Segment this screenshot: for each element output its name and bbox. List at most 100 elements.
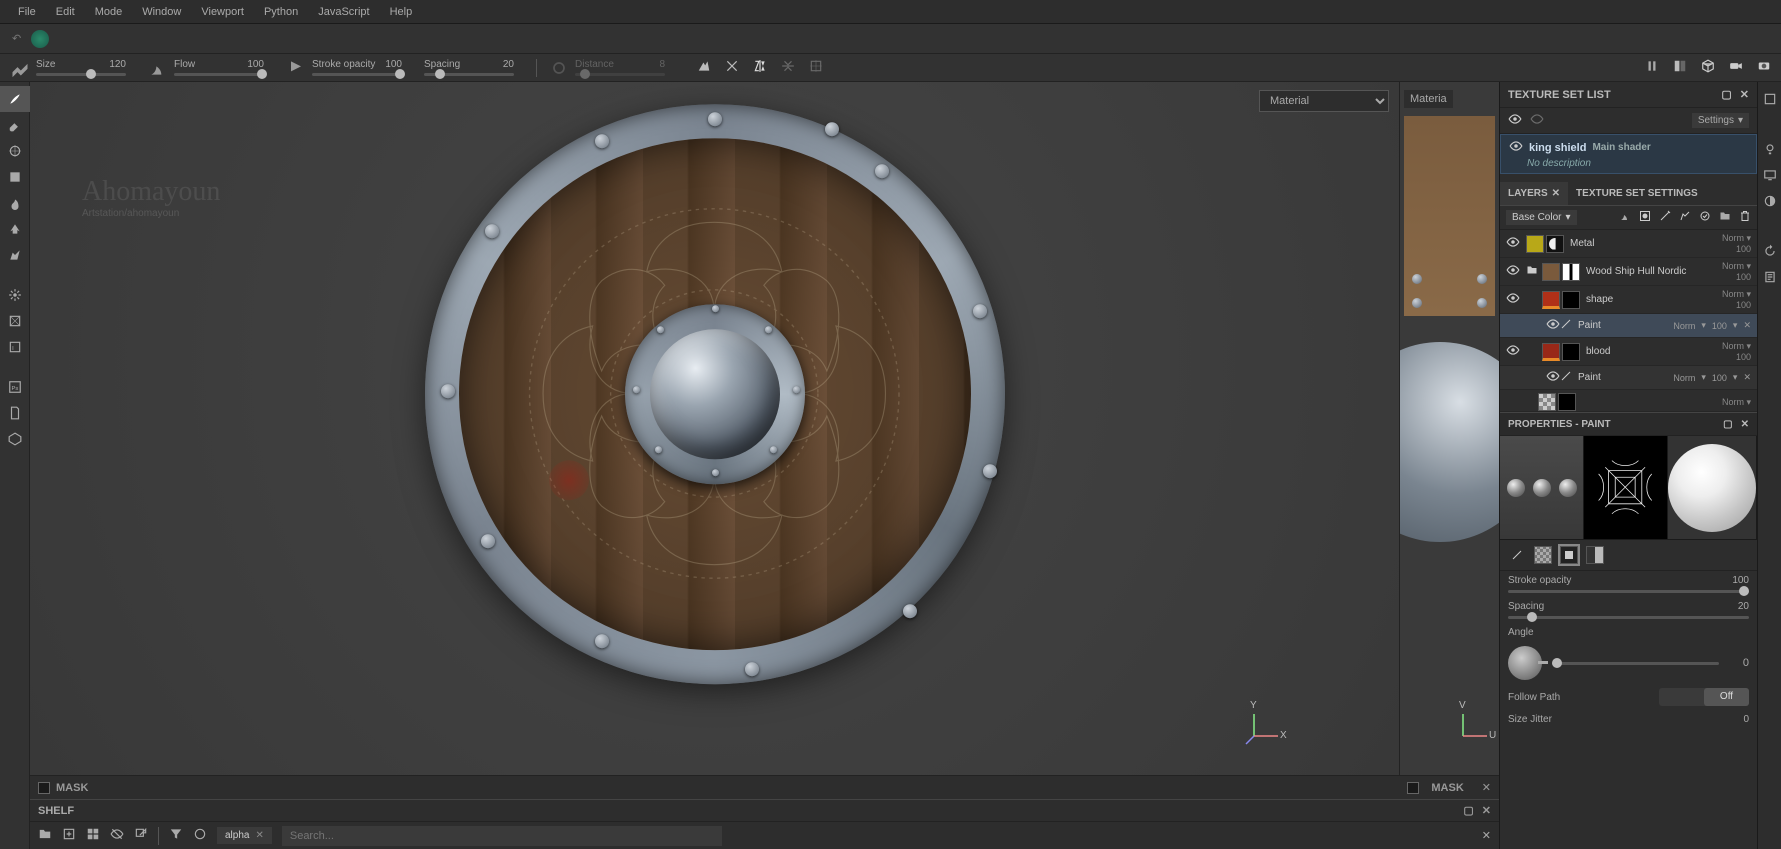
flow-slider[interactable]: Flow100 <box>174 59 264 76</box>
viewport-3d[interactable]: Material Ahomayoun Artstation/ahomayoun <box>30 82 1399 775</box>
shelf-filter-icon[interactable] <box>169 827 183 844</box>
stroke-opacity-slider[interactable]: Stroke opacity100 <box>312 59 402 76</box>
menu-mode[interactable]: Mode <box>85 6 133 18</box>
add-fill-icon[interactable] <box>1659 210 1671 225</box>
layer-visibility-icon[interactable] <box>1506 291 1522 308</box>
properties-close-icon[interactable]: ✕ <box>1741 419 1749 430</box>
menu-viewport[interactable]: Viewport <box>191 6 254 18</box>
panel-undock-icon[interactable]: ▢ <box>1721 88 1731 101</box>
straight-line-icon[interactable] <box>725 59 739 76</box>
viewport-2d[interactable]: Materia V U <box>1399 82 1499 775</box>
shelf-undock-icon[interactable]: ▢ <box>1463 804 1473 817</box>
channel-stencil-icon[interactable] <box>1560 546 1578 564</box>
panel-close-icon[interactable]: ✕ <box>1740 88 1749 101</box>
sublayer-remove-icon[interactable]: ✕ <box>1743 372 1751 383</box>
camera-icon[interactable] <box>1729 59 1743 76</box>
prop-spacing[interactable]: Spacing20 <box>1500 597 1757 623</box>
resources-tool-icon[interactable] <box>0 400 30 426</box>
menu-python[interactable]: Python <box>254 6 308 18</box>
layer-blood[interactable]: blood Norm ▾100 <box>1500 338 1757 366</box>
side-log-icon[interactable] <box>1758 264 1781 290</box>
alpha-preview[interactable] <box>1584 436 1668 539</box>
layer-visibility-icon[interactable] <box>1546 369 1560 386</box>
layer-visibility-icon[interactable] <box>1506 343 1522 360</box>
add-folder-icon[interactable] <box>1719 210 1731 225</box>
material-dropdown[interactable]: Material <box>1259 90 1389 112</box>
perspective-icon[interactable] <box>1701 59 1715 76</box>
prop-stroke-opacity[interactable]: Stroke opacity100 <box>1500 571 1757 597</box>
sublayer-remove-icon[interactable]: ✕ <box>1743 320 1751 331</box>
eraser-tool[interactable] <box>0 112 30 138</box>
layer-checker[interactable]: Norm ▾ <box>1500 390 1757 412</box>
channel-brush-icon[interactable] <box>1508 546 1526 564</box>
quick-mask-tool-icon[interactable] <box>0 308 30 334</box>
shelf-folder-icon[interactable] <box>38 827 52 844</box>
symmetry-x-icon[interactable] <box>753 59 767 76</box>
clone-tool[interactable] <box>0 216 30 242</box>
texture-set-item[interactable]: king shield Main shader No description <box>1500 134 1757 174</box>
tab-layers[interactable]: LAYERS✕ <box>1500 182 1568 205</box>
side-history-icon[interactable] <box>1758 238 1781 264</box>
layer-metal[interactable]: Metal Norm ▾100 <box>1500 230 1757 258</box>
prop-follow-path[interactable]: Follow Path Off <box>1500 684 1757 710</box>
ts-visibility-one-icon[interactable] <box>1530 112 1544 129</box>
add-paint-icon[interactable] <box>1679 210 1691 225</box>
add-smart-icon[interactable] <box>1699 210 1711 225</box>
tab-layers-close-icon[interactable]: ✕ <box>1552 188 1560 199</box>
flow-icon[interactable] <box>148 58 168 78</box>
shelf-import-icon[interactable] <box>62 827 76 844</box>
shelf-circle-icon[interactable] <box>193 827 207 844</box>
mask-checkbox-right[interactable] <box>1407 782 1419 794</box>
stroke-opacity-icon[interactable] <box>286 58 306 78</box>
shelf-export-icon[interactable] <box>134 827 148 844</box>
side-texture-icon[interactable] <box>1758 86 1781 112</box>
channel-material-icon[interactable] <box>1586 546 1604 564</box>
side-light-icon[interactable] <box>1758 136 1781 162</box>
properties-undock-icon[interactable]: ▢ <box>1723 419 1732 430</box>
prop-size-jitter[interactable]: Size Jitter0 <box>1500 710 1757 729</box>
menu-help[interactable]: Help <box>380 6 423 18</box>
material-picker-tool[interactable] <box>0 242 30 268</box>
symmetry-y-icon[interactable] <box>781 59 795 76</box>
mask-close-icon[interactable]: ✕ <box>1482 781 1491 794</box>
smudge-tool[interactable] <box>0 190 30 216</box>
delete-layer-icon[interactable] <box>1739 210 1751 225</box>
undo-icon[interactable]: ↶ <box>12 32 21 45</box>
layer-visibility-icon[interactable] <box>1546 317 1560 334</box>
layer-visibility-icon[interactable] <box>1506 263 1522 280</box>
symmetry-config-icon[interactable] <box>809 59 823 76</box>
layer-wood[interactable]: Wood Ship Hull Nordic Norm ▾100 <box>1500 258 1757 286</box>
sublayer-blood-paint[interactable]: Paint Norm ▾ 100 ▾ ✕ <box>1500 366 1757 390</box>
add-mask-icon[interactable] <box>1639 210 1651 225</box>
channel-combo[interactable]: Base Color▾ <box>1506 210 1577 225</box>
mask-checkbox-left[interactable] <box>38 782 50 794</box>
lazy-mouse-icon[interactable] <box>697 59 711 76</box>
material-preview[interactable] <box>1668 436 1757 539</box>
menu-javascript[interactable]: JavaScript <box>308 6 379 18</box>
layer-visibility-icon[interactable] <box>1506 235 1522 252</box>
angle-dial[interactable] <box>1508 646 1542 680</box>
send-ps-tool-icon[interactable]: Ps <box>0 374 30 400</box>
brush-preview[interactable] <box>1500 436 1584 539</box>
render-icon[interactable] <box>1757 59 1771 76</box>
shelf-chip-close-icon[interactable]: ✕ <box>255 830 263 841</box>
shelf-row-close-icon[interactable]: ✕ <box>1482 829 1491 842</box>
brush-size-slider[interactable]: Size120 <box>36 59 126 76</box>
sublayer-shape-paint[interactable]: Paint Norm ▾ 100 ▾ ✕ <box>1500 314 1757 338</box>
polygon-fill-tool[interactable] <box>0 164 30 190</box>
layer-shape[interactable]: shape Norm ▾100 <box>1500 286 1757 314</box>
ts-settings-button[interactable]: Settings▾ <box>1692 113 1749 128</box>
viewport-mode-icon[interactable] <box>1673 59 1687 76</box>
spacing-slider[interactable]: Spacing20 <box>424 59 514 76</box>
menu-file[interactable]: File <box>8 6 46 18</box>
paint-brush-tool[interactable] <box>0 86 30 112</box>
shelf-filter-chip[interactable]: alpha✕ <box>217 827 272 844</box>
prop-angle[interactable]: 0 <box>1500 642 1757 684</box>
pause-icon[interactable] <box>1645 59 1659 76</box>
follow-path-toggle[interactable]: Off <box>1659 688 1749 706</box>
substance-tool-icon[interactable] <box>0 426 30 452</box>
shelf-grid-icon[interactable] <box>86 827 100 844</box>
viewport-2d-tab[interactable]: Materia <box>1404 90 1453 108</box>
add-effect-icon[interactable] <box>1619 210 1631 225</box>
shelf-search-input[interactable] <box>282 826 722 846</box>
